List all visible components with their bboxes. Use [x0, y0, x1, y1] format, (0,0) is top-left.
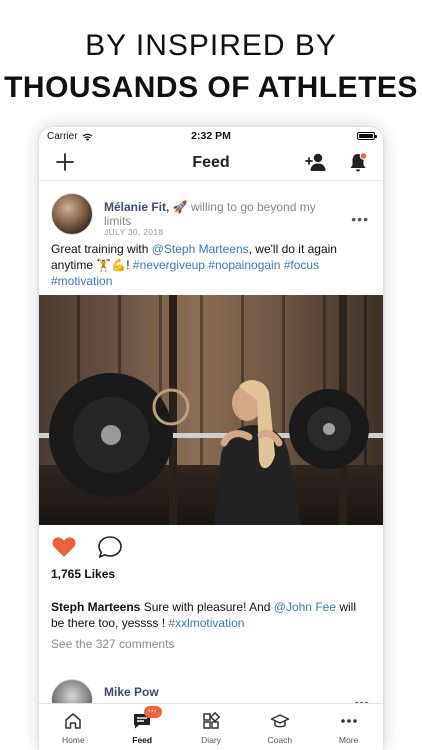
tab-coach[interactable]: Coach: [245, 704, 314, 750]
like-heart-icon[interactable]: [51, 535, 77, 559]
battery-icon: [357, 132, 377, 140]
tab-coach-label: Coach: [267, 735, 293, 745]
nav-bar: Feed: [39, 145, 383, 181]
tab-bar: Home ··· Feed Diary Coach More: [39, 703, 383, 750]
post-actions: [39, 525, 383, 565]
author-avatar[interactable]: [51, 193, 93, 235]
post-date: JULY 30, 2018: [104, 227, 164, 237]
caption-text-1: Great training with: [51, 242, 152, 256]
marketing-headline: BY INSPIRED BY THOUSANDS OF ATHLETES: [0, 28, 422, 108]
comment-text-1: Sure with pleasure! And: [140, 600, 274, 614]
status-emoji: 🚀: [172, 200, 188, 214]
post-options-button[interactable]: •••: [351, 211, 369, 227]
post-photo[interactable]: [39, 295, 383, 525]
headline-line-2: THOUSANDS OF ATHLETES: [4, 71, 418, 104]
commenter-name[interactable]: Steph Marteens: [51, 600, 140, 614]
tab-diary[interactable]: Diary: [177, 704, 246, 750]
phone-screen: Carrier 2:32 PM Feed Mélanie Fit, 🚀 will…: [39, 127, 383, 750]
author-name[interactable]: Mélanie Fit,: [104, 200, 169, 214]
post-header: Mélanie Fit, 🚀 willing to go beyond my l…: [39, 181, 383, 241]
notifications-bell-icon[interactable]: [347, 151, 369, 173]
tab-more[interactable]: More: [314, 704, 383, 750]
caption-mention[interactable]: @Steph Marteens: [152, 242, 249, 256]
next-author-name[interactable]: Mike Pow: [104, 685, 159, 699]
add-friend-icon[interactable]: [305, 152, 327, 172]
tab-feed-label: Feed: [132, 735, 153, 745]
see-comments-link[interactable]: See the 327 comments: [39, 637, 383, 651]
feed-badge: ···: [143, 706, 162, 718]
coach-icon: [270, 714, 290, 728]
more-icon: [340, 719, 357, 723]
headline-line-1: BY INSPIRED BY: [85, 29, 337, 62]
page-title: Feed: [192, 154, 230, 171]
comment-mention[interactable]: @John Fee: [274, 600, 336, 614]
comment-bubble-icon[interactable]: [97, 535, 123, 559]
diary-icon: [203, 711, 221, 729]
tab-diary-label: Diary: [201, 735, 221, 745]
likes-count[interactable]: 1,765 Likes: [39, 567, 383, 581]
next-post-header: Mike Pow •••: [39, 675, 383, 721]
tab-home[interactable]: Home: [39, 704, 108, 750]
clock: 2:32 PM: [191, 130, 231, 142]
caption-emojis: 🏋💪: [96, 258, 127, 272]
tab-home-label: Home: [62, 735, 85, 745]
post-caption: Great training with @Steph Marteens, we'…: [39, 241, 383, 289]
caption-text-3: !: [126, 258, 133, 272]
author-line: Mélanie Fit, 🚀 willing to go beyond my l…: [104, 200, 324, 228]
status-bar: Carrier 2:32 PM: [39, 127, 383, 145]
comment-hashtag[interactable]: #xxlmotivation: [168, 616, 244, 630]
tab-more-label: More: [338, 735, 359, 745]
athlete-barbell-illustration: [39, 295, 383, 525]
tab-feed[interactable]: ··· Feed: [108, 704, 177, 750]
home-icon: [65, 713, 82, 729]
top-comment: Steph Marteens Sure with pleasure! And @…: [39, 599, 383, 631]
